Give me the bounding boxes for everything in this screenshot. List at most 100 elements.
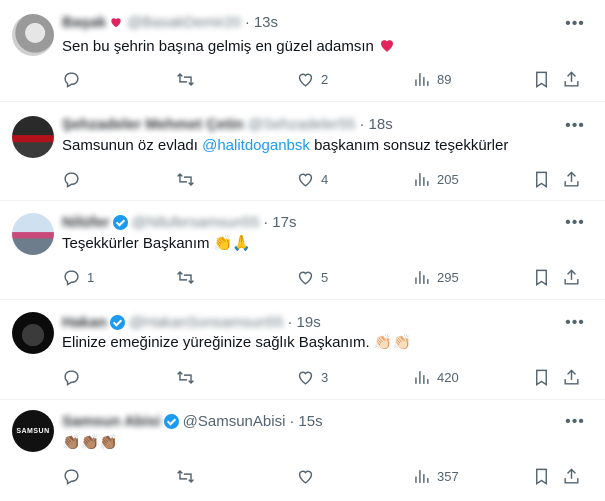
- share-icon: [564, 170, 579, 187]
- tweet[interactable]: Başak @BasakDemir20 · 13s ••• Sen bu şeh…: [0, 0, 605, 102]
- display-name[interactable]: Samsun Abisi: [62, 413, 161, 430]
- tweet-text-content: Samsunun öz evladı: [62, 137, 203, 154]
- separator: ·: [287, 313, 293, 331]
- tweet-actions: 357: [62, 466, 592, 486]
- separator: ·: [244, 13, 250, 31]
- timestamp[interactable]: 19s: [297, 314, 321, 331]
- retweet-button[interactable]: [176, 169, 201, 189]
- mention-link[interactable]: @halitdoganbsk: [202, 137, 310, 154]
- share-button[interactable]: [562, 367, 581, 387]
- tweet-actions: 4 205: [62, 169, 592, 189]
- display-name[interactable]: Şehzadeler Mehmet Çetin: [62, 116, 244, 133]
- more-icon[interactable]: •••: [565, 14, 585, 34]
- share-icon: [564, 70, 579, 87]
- views-icon: [415, 469, 429, 483]
- display-name[interactable]: Başak: [62, 14, 106, 31]
- views-button[interactable]: 295: [412, 267, 459, 287]
- bookmark-icon: [536, 369, 547, 386]
- like-count: 3: [321, 369, 329, 385]
- reply-button[interactable]: [62, 169, 87, 189]
- avatar[interactable]: [12, 312, 54, 354]
- handle[interactable]: @SamsunAbisi: [183, 413, 286, 430]
- like-button[interactable]: 2: [296, 69, 328, 89]
- more-icon[interactable]: •••: [565, 313, 585, 333]
- handle[interactable]: @Nilufersamsun55: [132, 214, 260, 231]
- reply-icon: [64, 369, 79, 386]
- reply-button[interactable]: [62, 466, 87, 486]
- retweet-button[interactable]: [176, 69, 201, 89]
- like-icon: [298, 470, 313, 484]
- bookmark-button[interactable]: [532, 69, 551, 89]
- avatar[interactable]: SAMSUN: [12, 410, 54, 452]
- retweet-button[interactable]: [176, 267, 201, 287]
- more-icon[interactable]: •••: [565, 213, 585, 233]
- retweet-button[interactable]: [176, 466, 201, 486]
- display-name[interactable]: Nilüfer: [62, 214, 110, 231]
- reply-button[interactable]: [62, 69, 87, 89]
- reply-icon: [64, 468, 79, 485]
- views-button[interactable]: 89: [412, 69, 451, 89]
- like-icon: [298, 371, 313, 385]
- handle[interactable]: @Sehzadeler55: [248, 116, 356, 133]
- bookmark-button[interactable]: [532, 267, 551, 287]
- timestamp[interactable]: 15s: [298, 413, 322, 430]
- reply-button[interactable]: 1: [62, 267, 94, 287]
- views-icon: [415, 370, 429, 384]
- like-count: 4: [321, 171, 329, 187]
- share-button[interactable]: [562, 169, 581, 189]
- view-count: 205: [437, 171, 459, 187]
- timestamp[interactable]: 18s: [369, 116, 393, 133]
- tweet-text: Samsunun öz evladı @halitdoganbsk başkan…: [62, 136, 508, 156]
- tweet-text: Sen bu şehrin başına gelmiş en güzel ada…: [62, 36, 396, 57]
- views-button[interactable]: 420: [412, 367, 459, 387]
- more-icon[interactable]: •••: [565, 412, 585, 432]
- share-button[interactable]: [562, 69, 581, 89]
- bookmark-icon: [536, 269, 547, 286]
- verified-badge-icon: [112, 214, 128, 230]
- bookmark-icon: [536, 71, 547, 88]
- avatar-logo-text: SAMSUN: [16, 427, 50, 435]
- avatar[interactable]: [12, 14, 54, 56]
- bookmark-icon: [536, 171, 547, 188]
- tweet-feed: Başak @BasakDemir20 · 13s ••• Sen bu şeh…: [0, 0, 605, 501]
- bookmark-button[interactable]: [532, 367, 551, 387]
- share-icon: [564, 268, 579, 285]
- view-count: 420: [437, 369, 459, 385]
- bookmark-button[interactable]: [532, 169, 551, 189]
- tweet-text: 👏🏽👏🏽👏🏽: [62, 433, 118, 453]
- like-button[interactable]: 3: [296, 367, 328, 387]
- tweet-text-content: başkanım sonsuz teşekkürler: [309, 137, 509, 154]
- handle[interactable]: @BasakDemir20: [127, 14, 241, 31]
- tweet-header: Şehzadeler Mehmet Çetin @Sehzadeler55 · …: [62, 114, 393, 134]
- tweet-text-content: Elinize emeğinize yüreğinize sağlık Başk…: [62, 334, 374, 351]
- like-button[interactable]: 4: [296, 169, 328, 189]
- more-icon[interactable]: •••: [565, 116, 585, 136]
- display-name[interactable]: Hakan: [62, 314, 107, 331]
- tweet-header: Başak @BasakDemir20 · 13s: [62, 12, 278, 32]
- reply-icon: [64, 269, 79, 286]
- tweet-actions: 3 420: [62, 367, 592, 387]
- avatar[interactable]: [12, 116, 54, 158]
- tweet[interactable]: Nilüfer @Nilufersamsun55 · 17s ••• Teşek…: [0, 201, 605, 300]
- timestamp[interactable]: 17s: [272, 214, 296, 231]
- share-button[interactable]: [562, 267, 581, 287]
- tweet[interactable]: SAMSUN Samsun Abisi @SamsunAbisi · 15s •…: [0, 400, 605, 501]
- views-button[interactable]: 205: [412, 169, 459, 189]
- bookmark-icon: [536, 468, 547, 485]
- like-icon: [298, 271, 313, 285]
- views-button[interactable]: 357: [412, 466, 459, 486]
- tweet[interactable]: Hakan @HakanSonsamsun55 · 19s ••• Eliniz…: [0, 300, 605, 400]
- retweet-button[interactable]: [176, 367, 201, 387]
- retweet-icon: [177, 370, 194, 384]
- share-button[interactable]: [562, 466, 581, 486]
- timestamp[interactable]: 13s: [254, 14, 278, 31]
- bookmark-button[interactable]: [532, 466, 551, 486]
- tweet[interactable]: Şehzadeler Mehmet Çetin @Sehzadeler55 · …: [0, 102, 605, 201]
- handle[interactable]: @HakanSonsamsun55: [129, 314, 283, 331]
- emoji: 👏🏽👏🏽👏🏽: [62, 434, 119, 451]
- reply-button[interactable]: [62, 367, 87, 387]
- avatar[interactable]: [12, 213, 54, 255]
- views-icon: [415, 172, 429, 186]
- like-button[interactable]: [296, 466, 321, 486]
- like-button[interactable]: 5: [296, 267, 328, 287]
